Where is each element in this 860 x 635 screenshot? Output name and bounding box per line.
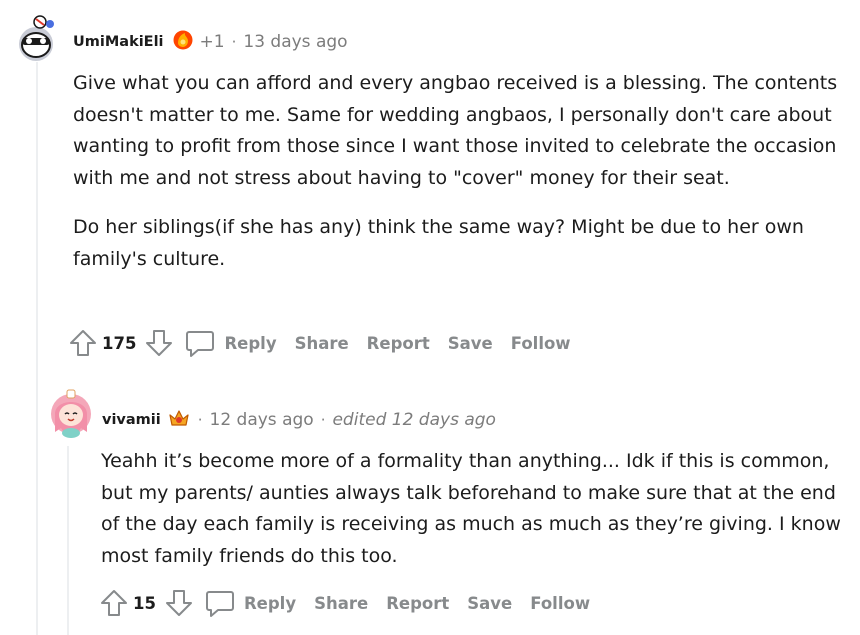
comment-body: Yeahh it’s become more of a formality th… bbox=[101, 446, 841, 590]
edited-timestamp: edited 12 days ago bbox=[332, 410, 496, 430]
award-icon[interactable] bbox=[172, 29, 194, 55]
reply-button[interactable]: Reply bbox=[244, 594, 296, 613]
report-button[interactable]: Report bbox=[386, 594, 449, 613]
vote-score: 15 bbox=[133, 593, 156, 613]
share-button[interactable]: Share bbox=[314, 594, 368, 613]
timestamp[interactable]: 12 days ago bbox=[210, 410, 314, 430]
comment-bubble-icon[interactable] bbox=[184, 328, 216, 358]
reply-button[interactable]: Reply bbox=[224, 334, 276, 353]
share-button[interactable]: Share bbox=[295, 334, 349, 353]
comment-header: UmiMakiEli +1 · 13 days ago bbox=[73, 29, 348, 55]
comment-bubble-icon[interactable] bbox=[204, 588, 236, 618]
username[interactable]: vivamii bbox=[102, 412, 161, 428]
thread-line-comment-1[interactable] bbox=[36, 62, 38, 635]
comment-paragraph: Give what you can afford and every angba… bbox=[73, 72, 838, 189]
upvote-icon[interactable] bbox=[99, 588, 129, 618]
avatar[interactable] bbox=[14, 14, 58, 62]
avatar[interactable] bbox=[47, 384, 95, 438]
separator: · bbox=[320, 411, 326, 429]
crown-award-icon[interactable] bbox=[167, 407, 191, 433]
follow-button[interactable]: Follow bbox=[511, 334, 571, 353]
downvote-icon[interactable] bbox=[164, 588, 194, 618]
thread-line-comment-2[interactable] bbox=[67, 446, 69, 635]
vote-score: 175 bbox=[102, 333, 137, 353]
downvote-icon[interactable] bbox=[144, 328, 174, 358]
comment-paragraph: Do her siblings(if she has any) think th… bbox=[73, 216, 804, 270]
save-button[interactable]: Save bbox=[467, 594, 512, 613]
comment-actions: 175 Reply Share Report Save Follow bbox=[68, 328, 571, 358]
comment-actions: 15 Reply Share Report Save Follow bbox=[99, 588, 590, 618]
comment-body: Give what you can afford and every angba… bbox=[73, 68, 848, 293]
username[interactable]: UmiMakiEli bbox=[73, 34, 164, 50]
separator: · bbox=[231, 33, 237, 51]
separator: · bbox=[197, 411, 203, 429]
report-button[interactable]: Report bbox=[367, 334, 430, 353]
award-count: +1 bbox=[199, 32, 225, 52]
timestamp[interactable]: 13 days ago bbox=[243, 32, 347, 52]
comment-header: vivamii · 12 days ago · edited 12 days a… bbox=[102, 407, 496, 433]
save-button[interactable]: Save bbox=[448, 334, 493, 353]
upvote-icon[interactable] bbox=[68, 328, 98, 358]
follow-button[interactable]: Follow bbox=[530, 594, 590, 613]
comment-paragraph: Yeahh it’s become more of a formality th… bbox=[101, 450, 841, 567]
